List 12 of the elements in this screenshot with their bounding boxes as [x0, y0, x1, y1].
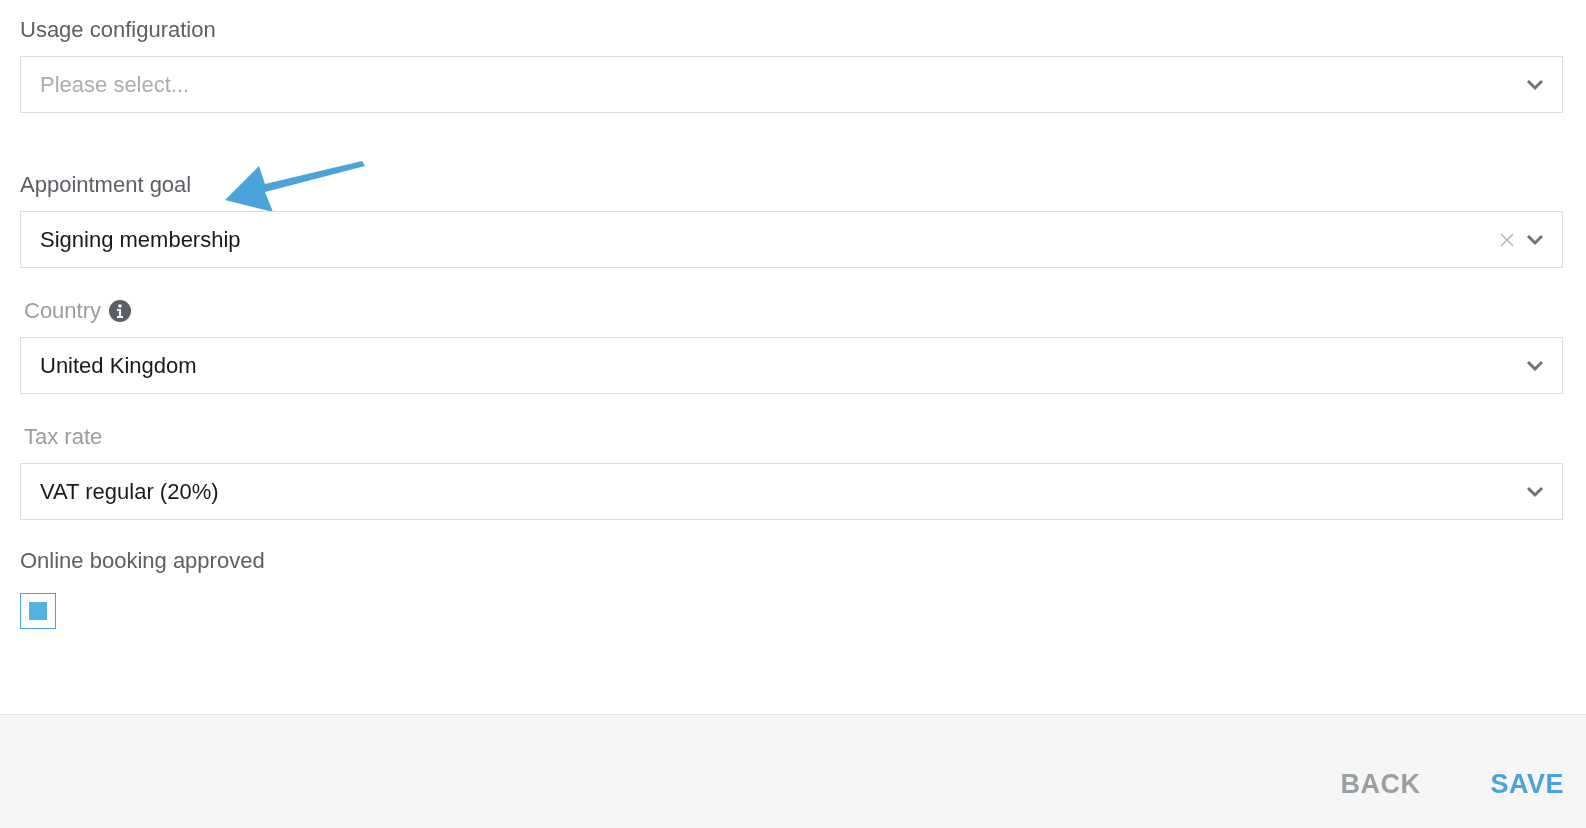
select-field[interactable]: Signing membership — [20, 211, 1563, 268]
checkbox-label: Online booking approved — [20, 548, 266, 574]
field-label: Usage configuration — [20, 17, 216, 43]
field-label: Tax rate — [24, 424, 103, 450]
chevron-down-icon — [1526, 485, 1544, 498]
checkbox[interactable] — [20, 593, 56, 629]
field-label: Country — [24, 298, 102, 324]
clear-icon[interactable] — [1500, 232, 1514, 247]
chevron-down-icon — [1526, 359, 1544, 372]
chevron-down-icon — [1526, 78, 1544, 91]
chevron-down-icon — [1526, 233, 1544, 246]
field-label: Appointment goal — [20, 172, 192, 198]
